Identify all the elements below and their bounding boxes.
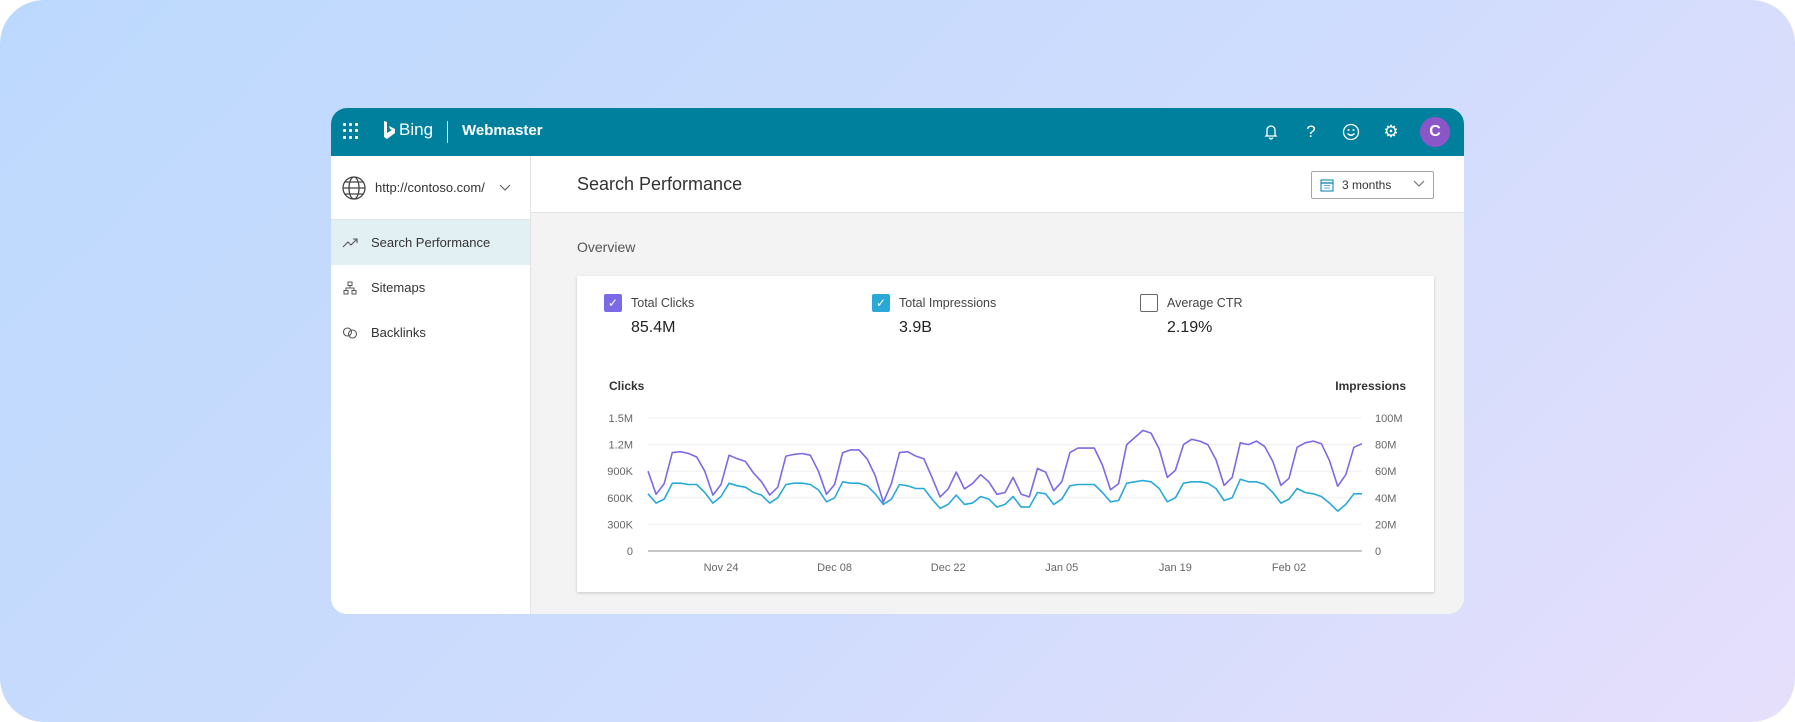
chevron-down-icon (1413, 177, 1425, 191)
product-name: Webmaster (462, 122, 543, 139)
right-tick-label: 80M (1375, 440, 1396, 452)
series-line-clicks (647, 429, 1363, 503)
top-bar: Bing Webmaster ? ⚙ C (331, 108, 1464, 156)
help-icon[interactable]: ? (1300, 121, 1322, 143)
smiley-feedback-icon[interactable] (1340, 121, 1362, 143)
right-tick-label: 20M (1375, 519, 1396, 531)
sidebar-item-search-performance[interactable]: Search Performance (331, 220, 530, 265)
globe-icon (342, 175, 366, 200)
chevron-down-icon (499, 180, 511, 195)
site-url: http://contoso.com/ (375, 180, 485, 195)
x-tick-label: Dec 22 (931, 562, 966, 574)
avatar[interactable]: C (1420, 117, 1450, 147)
performance-chart: 0 0 300K 20M 600K 40M 900K 60M 1.2M 80M 1.5M 100M No… (607, 413, 1403, 574)
divider (447, 121, 448, 143)
date-range-value: 3 months (1342, 178, 1392, 192)
left-tick-label: 0 (627, 546, 633, 558)
logo-text: Bing (399, 120, 434, 139)
sidebar-item-backlinks[interactable]: Backlinks (331, 310, 530, 355)
overview-card: ✓ Total Clicks 85.4M ✓ Total Impressions 3… (577, 276, 1434, 592)
bing-b-icon (384, 121, 395, 139)
left-tick-label: 900K (607, 466, 633, 478)
app-window: Bing Webmaster ? ⚙ C http://contoso.com/… (331, 108, 1464, 614)
x-tick-label: Feb 02 (1272, 562, 1306, 574)
site-selector[interactable]: http://contoso.com/ (331, 156, 530, 220)
date-range-dropdown[interactable]: 3 months (1311, 171, 1434, 199)
right-tick-label: 0 (1375, 546, 1381, 558)
sidebar-item-label: Backlinks (371, 325, 426, 340)
trend-icon (341, 237, 359, 248)
gear-icon[interactable]: ⚙ (1380, 121, 1402, 143)
main-content: Search Performance 3 months Overview ✓ To… (531, 156, 1464, 614)
bing-logo[interactable]: Bing (383, 120, 433, 140)
bell-icon[interactable] (1260, 121, 1282, 143)
calendar-icon (1320, 179, 1334, 192)
page-title: Search Performance (577, 174, 743, 194)
left-tick-label: 600K (607, 493, 633, 505)
sidebar-item-label: Search Performance (371, 235, 491, 250)
left-tick-label: 1.2M (609, 440, 633, 452)
left-tick-label: 1.5M (609, 413, 633, 425)
app-launcher-icon[interactable] (343, 123, 359, 139)
section-title: Overview (577, 239, 636, 255)
sidebar-item-sitemaps[interactable]: Sitemaps (331, 265, 530, 310)
sidebar: http://contoso.com/ Search Performance S… (331, 156, 531, 614)
right-tick-label: 100M (1375, 413, 1403, 425)
x-tick-label: Dec 08 (817, 562, 852, 574)
x-tick-label: Jan 19 (1159, 562, 1192, 574)
right-tick-label: 40M (1375, 493, 1396, 505)
right-tick-label: 60M (1375, 466, 1396, 478)
left-tick-label: 300K (607, 519, 633, 531)
x-tick-label: Jan 05 (1045, 562, 1078, 574)
link-icon (341, 326, 359, 339)
page-header: Search Performance 3 months (531, 156, 1464, 213)
sitemap-icon (341, 281, 359, 295)
x-tick-label: Nov 24 (704, 562, 739, 574)
series-line-impressions (647, 478, 1362, 512)
sidebar-item-label: Sitemaps (371, 280, 426, 295)
